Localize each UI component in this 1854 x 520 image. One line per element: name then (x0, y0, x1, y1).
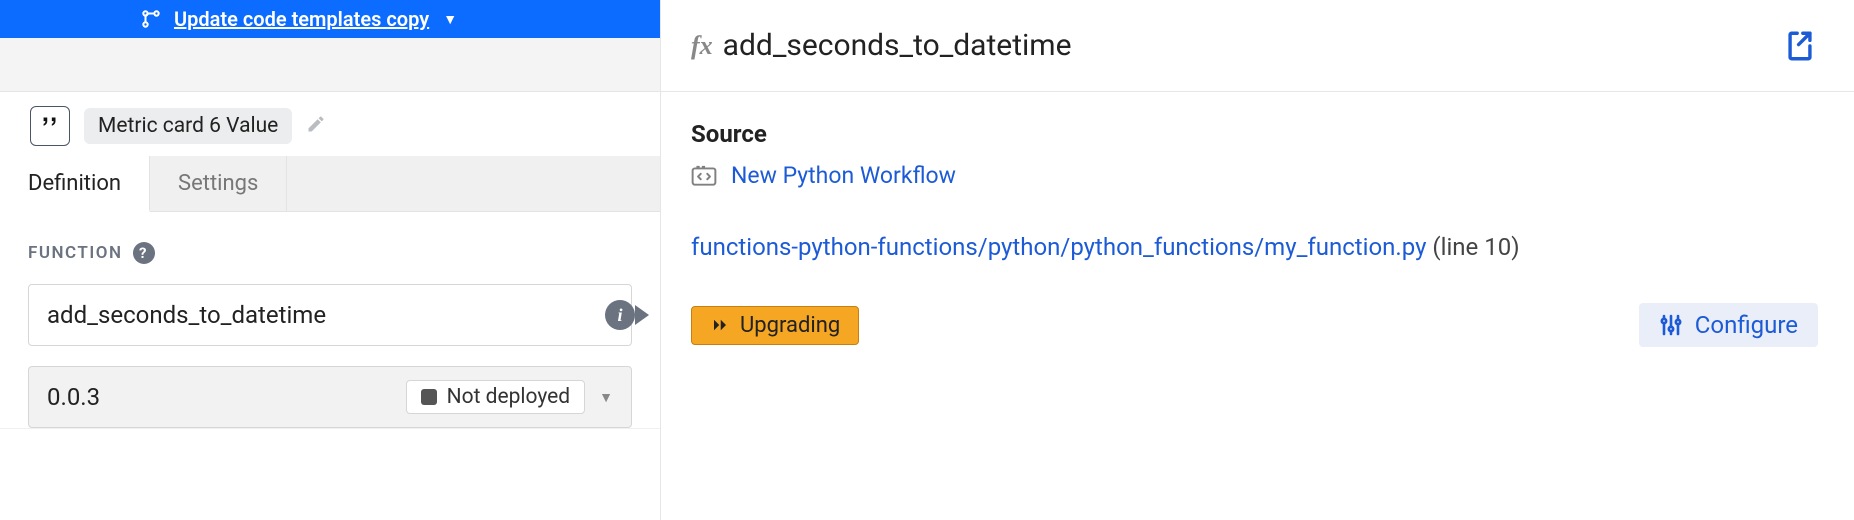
detail-body: Source New Python Workflow functions-pyt… (661, 92, 1854, 520)
quote-icon-button[interactable] (30, 106, 70, 146)
quote-icon (39, 112, 61, 140)
tab-settings[interactable]: Settings (150, 156, 287, 211)
workflow-link[interactable]: New Python Workflow (731, 162, 956, 189)
fx-icon: fx (691, 31, 713, 61)
function-label-text: FUNCTION (28, 243, 123, 263)
detail-title: fx add_seconds_to_datetime (691, 28, 1072, 63)
detail-footer: Upgrading Configure (691, 303, 1818, 347)
version-value: 0.0.3 (47, 383, 100, 411)
source-path: functions-python-functions/python/python… (691, 229, 1818, 265)
left-pane: Update code templates copy ▼ Metric card… (0, 0, 660, 520)
detail-pane: fx add_seconds_to_datetime Source (660, 0, 1854, 520)
fast-forward-icon (710, 316, 730, 334)
version-select[interactable]: 0.0.3 Not deployed ▼ (28, 366, 632, 428)
status-square-icon (421, 389, 437, 405)
detail-header: fx add_seconds_to_datetime (661, 0, 1854, 92)
info-icon[interactable]: i (605, 300, 635, 330)
function-detail-name: add_seconds_to_datetime (723, 28, 1072, 63)
version-right: Not deployed ▼ (406, 380, 613, 414)
tabs-spacer (287, 156, 660, 211)
card-name-chip[interactable]: Metric card 6 Value (84, 108, 292, 144)
configure-button[interactable]: Configure (1639, 303, 1818, 347)
upgrade-badge: Upgrading (691, 306, 859, 345)
function-name-input[interactable]: add_seconds_to_datetime i (28, 284, 632, 346)
info-pointer (635, 305, 649, 325)
sliders-icon (1659, 313, 1683, 337)
function-section-label: FUNCTION ? (28, 242, 632, 264)
source-path-link[interactable]: functions-python-functions/python/python… (691, 233, 1426, 261)
configure-label: Configure (1695, 311, 1798, 339)
chevron-down-icon[interactable]: ▼ (599, 389, 613, 406)
edit-pencil-icon[interactable] (306, 114, 326, 139)
open-file-icon[interactable] (1782, 28, 1818, 64)
workflow-row: New Python Workflow (691, 162, 1818, 189)
upgrade-text: Upgrading (740, 313, 840, 338)
tab-definition[interactable]: Definition (0, 156, 150, 212)
chip-row: Metric card 6 Value (0, 92, 660, 156)
header-spacer (0, 38, 660, 92)
tabs: Definition Settings (0, 156, 660, 212)
branch-icon (140, 8, 162, 30)
chevron-down-icon[interactable]: ▼ (443, 11, 457, 28)
help-icon[interactable]: ? (133, 242, 155, 264)
function-name-value: add_seconds_to_datetime (47, 301, 326, 329)
source-line-suffix: (line 10) (1426, 233, 1519, 261)
deploy-status-text: Not deployed (447, 385, 571, 409)
source-heading: Source (691, 120, 1818, 148)
function-section: FUNCTION ? add_seconds_to_datetime i 0.0… (0, 212, 660, 428)
card-area: Metric card 6 Value Definition Settings … (0, 92, 660, 428)
deploy-status-chip: Not deployed (406, 380, 586, 414)
code-file-icon (691, 165, 717, 187)
branch-label[interactable]: Update code templates copy (174, 7, 429, 31)
top-bar: Update code templates copy ▼ (0, 0, 660, 38)
app-root: Update code templates copy ▼ Metric card… (0, 0, 1854, 520)
